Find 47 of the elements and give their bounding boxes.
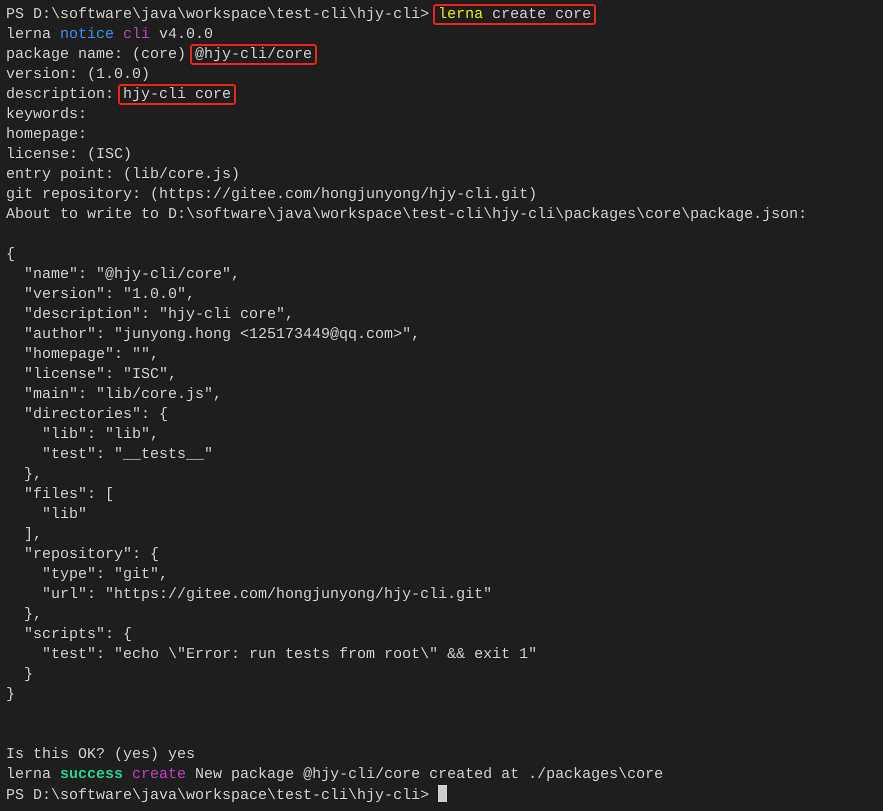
- output-text: "license": "ISC",: [23, 366, 178, 383]
- output-text: "test": "__tests__": [41, 446, 214, 463]
- output-text: "version": "1.0.0",: [23, 286, 196, 303]
- output-text: "main": "lib/core.js",: [23, 386, 222, 403]
- log-tag-text: create: [132, 766, 186, 783]
- output-text: "description": "hjy-cli core",: [23, 306, 294, 323]
- success-text: success: [60, 766, 124, 783]
- log-tag-text: cli: [123, 26, 150, 43]
- output-text: v4.0.0: [158, 26, 214, 43]
- output-text: PS D:\software\java\workspace\test-cli\hjy-cli>: [6, 787, 430, 804]
- output-text: license: (ISC): [6, 146, 132, 163]
- output-text: keywords:: [6, 106, 88, 123]
- output-text: "files": [: [23, 486, 114, 503]
- output-text: "lib": "lib",: [41, 426, 160, 443]
- output-text: create core: [491, 6, 592, 23]
- output-text: PS D:\software\java\workspace\test-cli\hjy-cli>: [6, 6, 430, 23]
- output-text: Is this OK? (yes) yes: [6, 746, 196, 763]
- output-text: New package @hjy-cli/core created at ./packages\core: [194, 766, 664, 783]
- output-text: ],: [23, 526, 42, 543]
- output-text: entry point: (lib/core.js): [6, 166, 240, 183]
- output-text: homepage:: [6, 126, 88, 143]
- output-text: "name": "@hjy-cli/core",: [23, 266, 240, 283]
- output-text: git repository: (https://gitee.com/hongjunyong/hjy-cli.git): [6, 186, 538, 203]
- output-text: "lib": [41, 506, 88, 523]
- output-text: "url": "https://gitee.com/hongjunyong/hjy-cli.git": [41, 586, 492, 603]
- output-text: lerna: [6, 26, 52, 43]
- command-text: lerna: [438, 6, 484, 23]
- output-text: "directories": {: [23, 406, 168, 423]
- output-text: @hjy-cli/core: [195, 46, 312, 63]
- output-text: },: [23, 606, 42, 623]
- output-text: package name: (core): [6, 46, 188, 63]
- output-text: About to write to D:\software\java\workspace\test-cli\hjy-cli\packages\core\package.json:: [6, 206, 808, 223]
- output-text: }: [23, 666, 34, 683]
- output-text: version: (1.0.0): [6, 66, 150, 83]
- output-text: "scripts": {: [23, 626, 132, 643]
- output-text: hjy-cli core: [123, 86, 232, 103]
- output-text: {: [6, 246, 16, 263]
- output-text: "homepage": "",: [23, 346, 160, 363]
- output-text: "test": "echo \"Error: run tests from root\" && exit 1": [41, 646, 538, 663]
- output-text: "type": "git",: [41, 566, 168, 583]
- output-text: },: [23, 466, 42, 483]
- output-text: "author": "junyong.hong <125173449@qq.com>",: [23, 326, 420, 343]
- log-level-text: notice: [60, 26, 116, 43]
- output-text: "repository": {: [23, 546, 160, 563]
- output-text: description:: [6, 86, 116, 103]
- output-text: }: [6, 686, 16, 703]
- output-text: lerna: [6, 766, 52, 783]
